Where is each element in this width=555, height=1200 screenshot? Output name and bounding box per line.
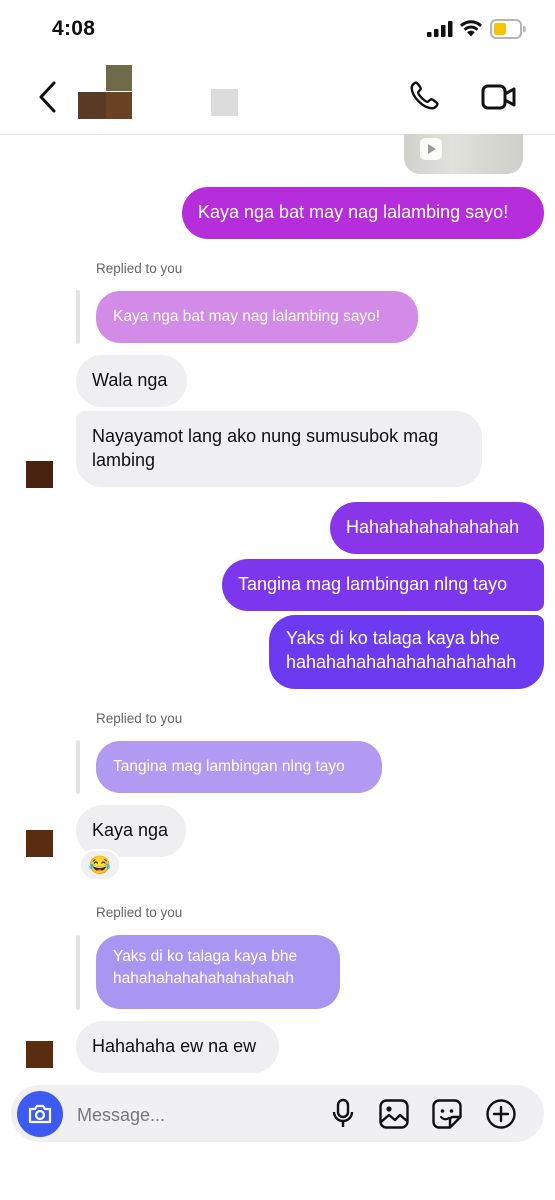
shared-video-thumbnail[interactable] bbox=[404, 134, 523, 174]
reaction-badge[interactable]: 😂 bbox=[79, 849, 121, 881]
status-bar: 4:08 bbox=[0, 0, 555, 58]
outgoing-message[interactable]: Kaya nga bat may nag lalambing sayo! bbox=[182, 187, 544, 239]
battery-icon bbox=[490, 19, 526, 39]
camera-icon bbox=[28, 1104, 52, 1124]
reply-indicator-bar bbox=[76, 290, 80, 344]
incoming-message[interactable]: Nayayamot lang ako nung sumusubok mag la… bbox=[76, 411, 482, 487]
sender-avatar[interactable] bbox=[26, 461, 53, 488]
reply-label: Replied to you bbox=[96, 905, 183, 920]
quoted-message[interactable]: Kaya nga bat may nag lalambing sayo! bbox=[96, 291, 418, 343]
incoming-message[interactable]: Hahahaha ew na ew bbox=[76, 1021, 279, 1073]
outgoing-message[interactable]: Tangina mag lambingan nlng tayo bbox=[222, 559, 544, 611]
sender-avatar[interactable] bbox=[26, 1041, 53, 1068]
chat-header bbox=[0, 58, 555, 135]
plus-circle-icon[interactable] bbox=[485, 1098, 517, 1130]
microphone-icon[interactable] bbox=[331, 1098, 355, 1130]
chevron-left-icon[interactable] bbox=[34, 80, 64, 114]
reply-label: Replied to you bbox=[96, 261, 183, 276]
quoted-message[interactable]: Yaks di ko talaga kaya bhe hahahahahahah… bbox=[96, 935, 340, 1009]
status-time: 4:08 bbox=[52, 17, 96, 40]
incoming-message[interactable]: Wala nga bbox=[76, 355, 187, 407]
contact-name-redacted[interactable] bbox=[211, 89, 238, 116]
cellular-signal-icon bbox=[427, 21, 453, 37]
wifi-icon bbox=[460, 20, 482, 37]
quoted-message[interactable]: Tangina mag lambingan nlng tayo bbox=[96, 741, 382, 793]
video-camera-icon[interactable] bbox=[480, 80, 518, 114]
message-input[interactable] bbox=[75, 1101, 299, 1129]
sender-avatar[interactable] bbox=[26, 830, 53, 857]
reply-indicator-bar bbox=[76, 935, 80, 1010]
outgoing-message[interactable]: Hahahahahahahahah bbox=[330, 502, 544, 554]
reply-label: Replied to you bbox=[96, 711, 183, 726]
message-composer bbox=[11, 1085, 544, 1142]
contact-avatar-redacted[interactable] bbox=[78, 65, 134, 119]
phone-icon[interactable] bbox=[407, 79, 441, 113]
camera-button[interactable] bbox=[17, 1091, 63, 1137]
image-icon[interactable] bbox=[378, 1098, 410, 1130]
outgoing-message[interactable]: Yaks di ko talaga kaya bhe hahahahahahah… bbox=[269, 615, 544, 689]
play-icon bbox=[420, 138, 442, 160]
reply-indicator-bar bbox=[76, 740, 80, 794]
sticker-icon[interactable] bbox=[431, 1098, 463, 1130]
